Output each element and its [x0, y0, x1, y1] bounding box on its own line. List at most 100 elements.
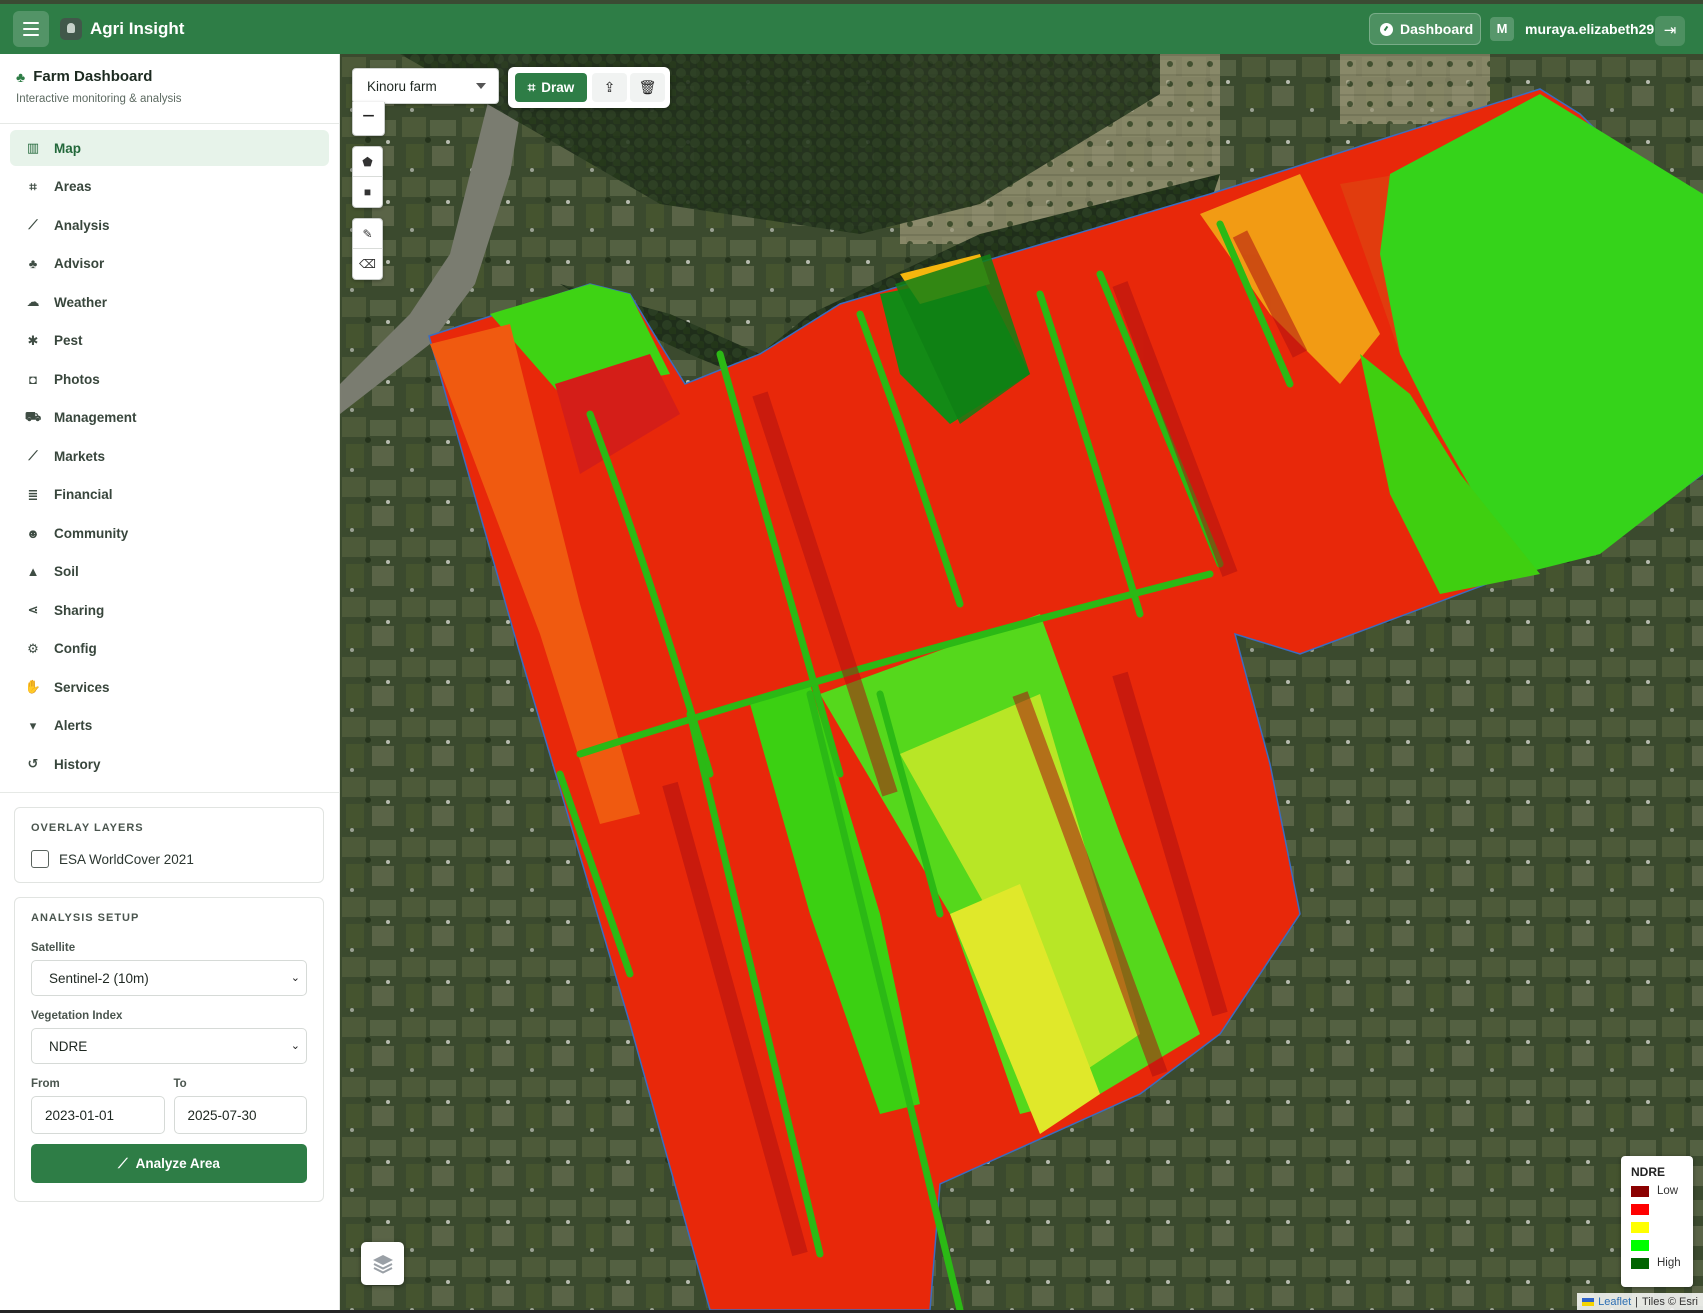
layers-icon	[372, 1254, 393, 1274]
worldcover-toggle[interactable]: ESA WorldCover 2021	[31, 850, 307, 868]
sidebar-item-sharing[interactable]: ⋖ Sharing	[10, 592, 329, 628]
legend-label: Low	[1657, 1185, 1679, 1197]
satellite-label: Satellite	[31, 942, 76, 954]
layer-switcher-button[interactable]	[361, 1242, 404, 1285]
username[interactable]: muraya.elizabeth29	[1525, 21, 1654, 37]
sidebar-item-markets[interactable]: ⟋ Markets	[10, 438, 329, 474]
camera-icon: ◘	[29, 371, 37, 387]
caret-down-icon	[476, 83, 486, 89]
delete-layers-tool[interactable]: ⌫	[353, 249, 382, 279]
hamburger-icon	[23, 22, 39, 24]
overlay-layers-card: OVERLAY LAYERS ESA WorldCover 2021	[14, 807, 324, 883]
handshake-icon: ✋	[24, 679, 42, 694]
sidebar-title: ♣ Farm Dashboard	[16, 68, 153, 85]
sidebar-item-advisor[interactable]: ♣ Advisor	[10, 246, 329, 282]
leaflet-draw-toolbar: ⬟ ■	[352, 146, 383, 208]
to-date-input[interactable]: 2025-07-30	[173, 1096, 307, 1134]
sidebar-item-map[interactable]: ▥ Map	[10, 130, 329, 166]
sidebar-item-alerts[interactable]: ▾ Alerts	[10, 708, 329, 744]
sidebar-item-label: Community	[54, 525, 129, 541]
bug-icon: ✱	[27, 332, 39, 348]
sidebar-item-label: Services	[54, 679, 110, 695]
sidebar-item-label: Photos	[54, 371, 100, 387]
analyze-area-button[interactable]: ⟋ Analyze Area	[31, 1144, 307, 1183]
sidebar-item-management[interactable]: ⛟ Management	[10, 400, 329, 436]
vegetation-index-select[interactable]: NDRE ⌄	[31, 1028, 307, 1064]
cloud-sun-icon: ☁	[26, 294, 40, 309]
dashboard-button-label: Dashboard	[1400, 21, 1474, 37]
map-view[interactable]: Kinoru farm − ⌗ Draw ⇪ 🗑 ⬟ ■ ✎ ⌫ NDRE Lo…	[340, 54, 1703, 1310]
draw-toolbar: ⌗ Draw ⇪ 🗑	[508, 67, 670, 108]
vegetation-index-label: Vegetation Index	[31, 1010, 123, 1022]
square-icon: ■	[363, 185, 372, 199]
chart-line-icon: ⟋	[118, 1155, 128, 1171]
logout-button[interactable]: ⇥	[1655, 16, 1685, 46]
sidebar-item-config[interactable]: ⚙ Config	[10, 631, 329, 667]
app-name[interactable]: Agri Insight	[90, 19, 184, 39]
legend-swatch	[1631, 1185, 1649, 1197]
zoom-out-button[interactable]: −	[352, 102, 385, 136]
dashboard-button[interactable]: Dashboard	[1369, 13, 1481, 45]
sidebar-item-label: Advisor	[54, 256, 105, 271]
upload-button[interactable]: ⇪	[592, 73, 627, 102]
ndre-legend: NDRE Low High	[1621, 1156, 1693, 1287]
coins-icon: ≣	[27, 486, 39, 502]
divider	[0, 792, 339, 793]
sidebar-item-soil[interactable]: ▲ Soil	[10, 554, 329, 590]
sidebar-item-community[interactable]: ☻ Community	[10, 515, 329, 551]
sidebar-item-label: Config	[54, 641, 97, 656]
delete-button[interactable]: 🗑	[630, 73, 665, 102]
sidebar-item-photos[interactable]: ◘ Photos	[10, 361, 329, 397]
sidebar-item-financial[interactable]: ≣ Financial	[10, 477, 329, 513]
draw-button[interactable]: ⌗ Draw	[515, 73, 587, 102]
sidebar-item-label: Markets	[54, 448, 106, 464]
legend-title: NDRE	[1631, 1165, 1666, 1179]
sidebar-item-label: Areas	[54, 179, 92, 194]
sidebar-item-label: Analysis	[54, 217, 110, 233]
bell-icon: ▾	[29, 717, 37, 733]
sidebar-item-label: Financial	[54, 487, 113, 502]
leaflet-link[interactable]: Leaflet	[1598, 1296, 1631, 1308]
analysis-setup-card: ANALYSIS SETUP Satellite Sentinel-2 (10m…	[14, 897, 324, 1202]
farm-select[interactable]: Kinoru farm	[352, 68, 499, 104]
draw-polygon-tool[interactable]: ⬟	[353, 147, 382, 177]
gear-icon: ⚙	[27, 640, 39, 656]
sidebar-item-weather[interactable]: ☁ Weather	[10, 284, 329, 320]
brand-logo-icon	[60, 18, 82, 40]
edit-layers-tool[interactable]: ✎	[353, 219, 382, 249]
worldcover-checkbox[interactable]	[31, 850, 49, 868]
edit-icon: ✎	[362, 226, 373, 241]
users-icon: ☻	[26, 525, 40, 541]
satellite-select[interactable]: Sentinel-2 (10m) ⌄	[31, 960, 307, 996]
history-icon: ↺	[27, 756, 39, 771]
legend-swatch	[1631, 1221, 1649, 1233]
legend-label: High	[1657, 1257, 1681, 1269]
sidebar-item-label: Weather	[54, 294, 108, 310]
mountain-icon: ▲	[26, 564, 40, 579]
sidebar-item-analysis[interactable]: ⟋ Analysis	[10, 207, 329, 243]
draw-rectangle-tool[interactable]: ■	[353, 177, 382, 207]
seedling-icon: ♣	[28, 256, 38, 271]
from-date-input[interactable]: 2023-01-01	[31, 1096, 165, 1134]
sidebar-item-areas[interactable]: ⌗ Areas	[10, 169, 329, 205]
sidebar-nav: ▥ Map ⌗ Areas ⟋ Analysis ♣ Advisor ☁ Weather ✱ Pest…	[0, 124, 339, 782]
sidebar-item-pest[interactable]: ✱ Pest	[10, 323, 329, 359]
legend-swatch	[1631, 1239, 1649, 1251]
sidebar-item-services[interactable]: ✋ Services	[10, 669, 329, 705]
chevron-down-icon: ⌄	[290, 972, 300, 984]
chart-line-icon: ⟋	[28, 217, 38, 232]
chart-line-icon: ⟋	[28, 448, 38, 463]
legend-item: Low	[1631, 1182, 1683, 1200]
sidebar-header: ♣ Farm Dashboard Interactive monitoring …	[0, 54, 339, 124]
avatar[interactable]: M	[1490, 17, 1514, 41]
date-range: From 2023-01-01 To 2025-07-30	[31, 1064, 307, 1134]
analysis-setup-title: ANALYSIS SETUP	[31, 912, 140, 924]
sidebar: ♣ Farm Dashboard Interactive monitoring …	[0, 54, 340, 1310]
trash-icon: 🗑	[638, 79, 657, 95]
sidebar-item-history[interactable]: ↺ History	[10, 746, 329, 782]
draw-polygon-icon: ⌗	[29, 178, 37, 194]
share-nodes-icon: ⋖	[27, 602, 39, 617]
legend-item	[1631, 1236, 1683, 1254]
menu-toggle-button[interactable]	[13, 11, 49, 47]
satellite-basemap[interactable]	[340, 54, 1703, 1310]
